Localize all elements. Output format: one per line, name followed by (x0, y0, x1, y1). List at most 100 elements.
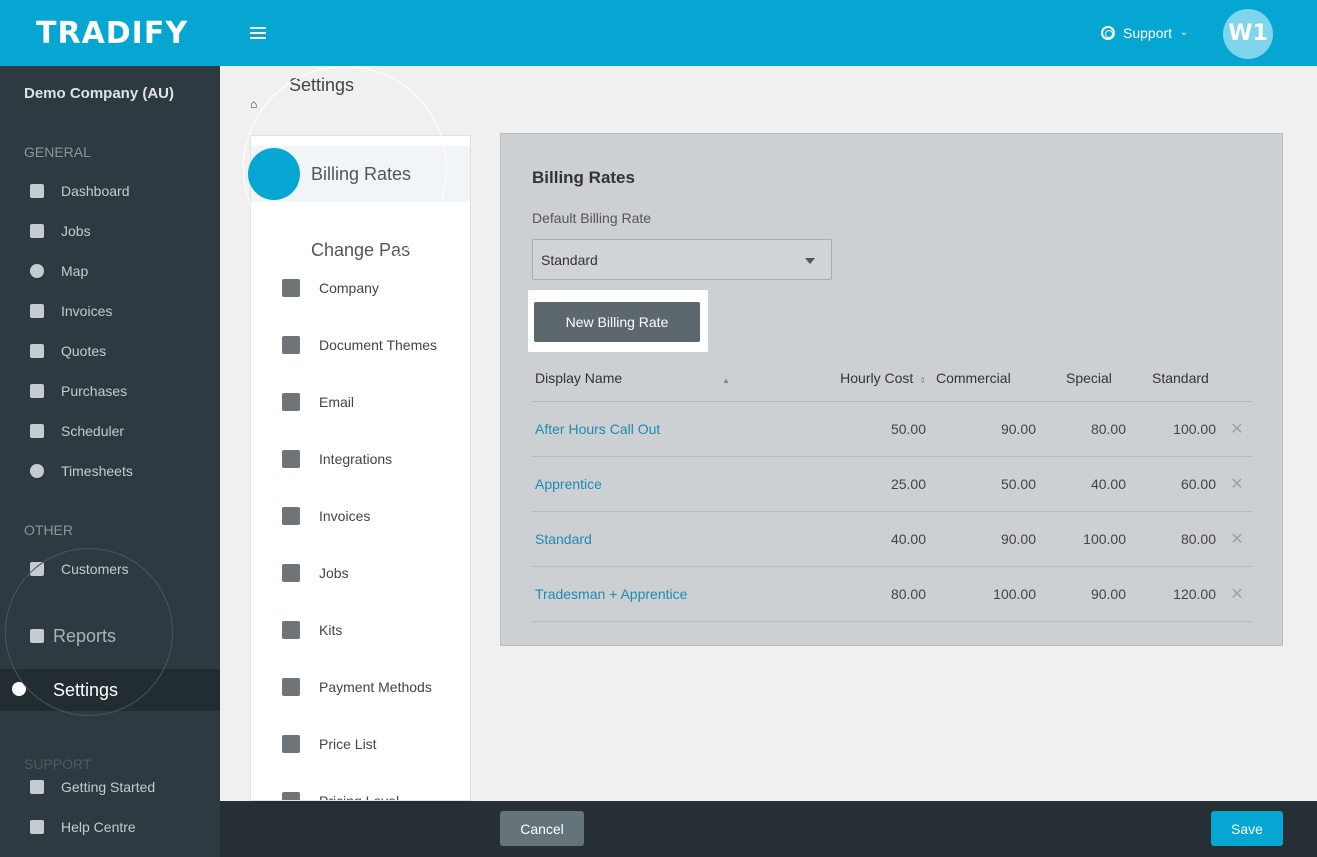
delete-x-icon[interactable]: ✕ (1222, 566, 1252, 622)
column-header-display-name[interactable]: Display Name ▲ (532, 356, 832, 402)
subnav-item-kits[interactable]: Kits (251, 610, 470, 650)
rate-name-cell: Apprentice (532, 456, 832, 512)
subnav-item-price-list[interactable]: Price List (251, 724, 470, 764)
subnav-item-label: Pricing Level (319, 793, 400, 801)
chart-icon (30, 629, 44, 643)
standard-cell: 80.00 (1132, 511, 1222, 567)
sort-up-icon: ▲ (722, 376, 731, 386)
delete-x-icon[interactable]: ✕ (1222, 511, 1252, 567)
company-name[interactable]: Demo Company (AU) (24, 85, 174, 102)
sidebar-item-scheduler[interactable]: Scheduler (0, 411, 220, 451)
sidebar-item-jobs[interactable]: Jobs (0, 211, 220, 251)
rate-name-link[interactable]: Tradesman + Apprentice (535, 586, 687, 602)
user-avatar[interactable]: W1 (1223, 9, 1273, 59)
billing-rates-panel: Billing Rates Default Billing Rate Stand… (500, 133, 1283, 646)
subnav-item-label[interactable]: Billing Rates (311, 164, 411, 185)
dashboard-icon (30, 184, 44, 198)
save-button[interactable]: Save (1211, 811, 1283, 846)
delete-x-icon[interactable]: ✕ (1222, 401, 1252, 457)
subnav-item-label: Jobs (319, 565, 349, 581)
subnav-item-label: Email (319, 394, 355, 410)
sort-icon: ⇕ (919, 376, 926, 386)
sidebar-item-quotes[interactable]: Quotes (0, 331, 220, 371)
subnav-item-label: Invoices (319, 508, 371, 524)
subnav-item-payment-methods[interactable]: Payment Methods (251, 667, 470, 707)
sidebar-item-getting-started[interactable]: Getting Started (0, 767, 220, 807)
sidebar-item-invoices[interactable]: Invoices (0, 291, 220, 331)
rate-name-link[interactable]: Standard (535, 531, 592, 547)
rate-name-link[interactable]: After Hours Call Out (535, 421, 660, 437)
rate-name-link[interactable]: Apprentice (535, 476, 602, 492)
sidebar-item-purchases[interactable]: Purchases (0, 371, 220, 411)
rate-name-cell: Standard (532, 511, 832, 567)
delete-x-icon[interactable]: ✕ (1222, 456, 1252, 512)
sidebar-item-label: Customers (61, 561, 129, 577)
section-heading-general: GENERAL (24, 144, 91, 160)
sidebar-item-customers[interactable]: Customers (0, 549, 220, 589)
subnav-item-pricing-level[interactable]: Pricing Level (251, 781, 470, 801)
sidebar-item-label: Dashboard (61, 183, 130, 199)
file-icon (282, 507, 300, 525)
new-billing-rate-button[interactable]: New Billing Rate (534, 302, 700, 342)
column-header-commercial[interactable]: Commercial (932, 356, 1042, 402)
sidebar-item-label: Timesheets (61, 463, 133, 479)
subnav-item-jobs[interactable]: Jobs (251, 553, 470, 593)
subnav-item-invoices[interactable]: Invoices (251, 496, 470, 536)
sidebar-item-label: Scheduler (61, 423, 125, 439)
percent-icon (282, 792, 300, 800)
person-icon (248, 148, 300, 200)
sidebar-item-timesheets[interactable]: Timesheets (0, 451, 220, 491)
sidebar-item-help-centre[interactable]: Help Centre (0, 807, 220, 847)
column-header-special[interactable]: Special (1042, 356, 1132, 402)
special-cell: 80.00 (1042, 401, 1132, 457)
settings-subnav: Billing Rates Change Pas Company Documen… (250, 135, 471, 801)
sidebar-item-map[interactable]: Map (0, 251, 220, 291)
sidebar-item-reports[interactable]: Reports (0, 616, 220, 656)
cart-icon (30, 384, 44, 398)
subnav-item-label: Integrations (319, 451, 393, 467)
commercial-cell: 90.00 (932, 401, 1042, 457)
sidebar-item-label: Purchases (61, 383, 128, 399)
page-title: Settings (289, 75, 355, 95)
sidebar-item-label: Settings (53, 680, 119, 700)
hourly-cost-cell: 25.00 (832, 456, 932, 512)
caret-down-icon (805, 258, 815, 264)
hourly-cost-cell: 50.00 (832, 401, 932, 457)
rate-name-cell: Tradesman + Apprentice (532, 566, 832, 622)
subnav-item-company[interactable]: Company (251, 268, 470, 308)
invoice-icon (30, 304, 44, 318)
table-header-row: Display Name ▲ Hourly Cost ⇕ Commercial Sp… (532, 356, 1252, 402)
subnav-item-document-themes[interactable]: Document Themes (251, 325, 470, 365)
hammer-icon (30, 224, 44, 238)
subnav-item-label: Payment Methods (319, 679, 432, 695)
commercial-cell: 50.00 (932, 456, 1042, 512)
support-menu[interactable]: Support ⌄ (1101, 22, 1188, 44)
cancel-button[interactable]: Cancel (500, 811, 584, 846)
top-bar: TRADIFY Support ⌄ W1 (0, 0, 1317, 66)
subnav-item-integrations[interactable]: Integrations (251, 439, 470, 479)
envelope-icon (282, 393, 300, 411)
sidebar-item-label: Getting Started (61, 779, 156, 795)
new-billing-rate-highlight: New Billing Rate (528, 290, 708, 352)
billing-rates-table: Display Name ▲ Hourly Cost ⇕ Commercial Sp… (532, 356, 1252, 622)
table-row: After Hours Call Out 50.00 90.00 80.00 1… (532, 401, 1252, 457)
hamburger-menu-icon[interactable] (250, 27, 266, 39)
sidebar-item-settings[interactable]: Settings (0, 669, 220, 711)
link-icon (282, 450, 300, 468)
column-header-standard[interactable]: Standard (1132, 356, 1222, 402)
standard-cell: 100.00 (1132, 401, 1222, 457)
home-icon[interactable]: ⌂ (250, 97, 257, 111)
sidebar-item-label: Jobs (61, 223, 91, 239)
subnav-item-email[interactable]: Email (251, 382, 470, 422)
thumbs-up-icon (30, 780, 44, 794)
rate-name-cell: After Hours Call Out (532, 401, 832, 457)
footer-bar: Cancel Save (220, 801, 1317, 857)
default-billing-rate-select[interactable]: Standard (532, 239, 832, 280)
sidebar-item-dashboard[interactable]: Dashboard (0, 171, 220, 211)
subnav-item-change-password[interactable]: Change Pas (311, 240, 410, 261)
special-cell: 100.00 (1042, 511, 1132, 567)
panel-title: Billing Rates (532, 168, 635, 187)
column-header-hourly-cost[interactable]: Hourly Cost ⇕ (832, 356, 932, 402)
subnav-item-label: Kits (319, 622, 343, 638)
tradify-logo[interactable]: TRADIFY (36, 14, 188, 54)
